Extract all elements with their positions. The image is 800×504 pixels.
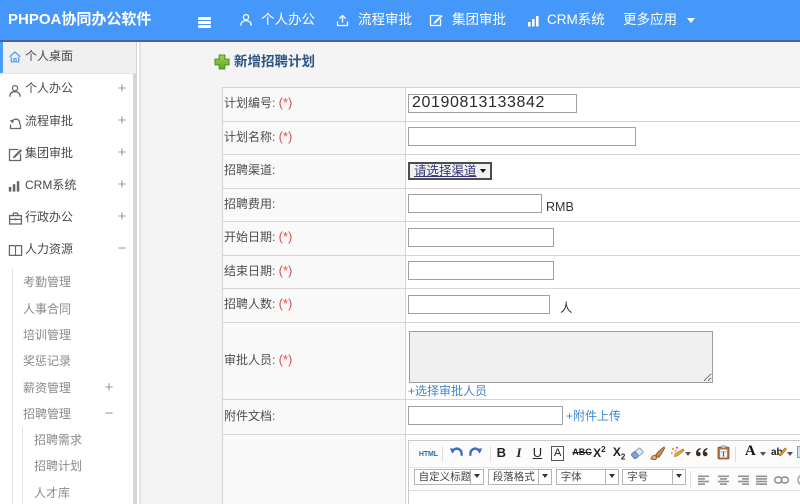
svg-text:T: T bbox=[721, 450, 726, 459]
